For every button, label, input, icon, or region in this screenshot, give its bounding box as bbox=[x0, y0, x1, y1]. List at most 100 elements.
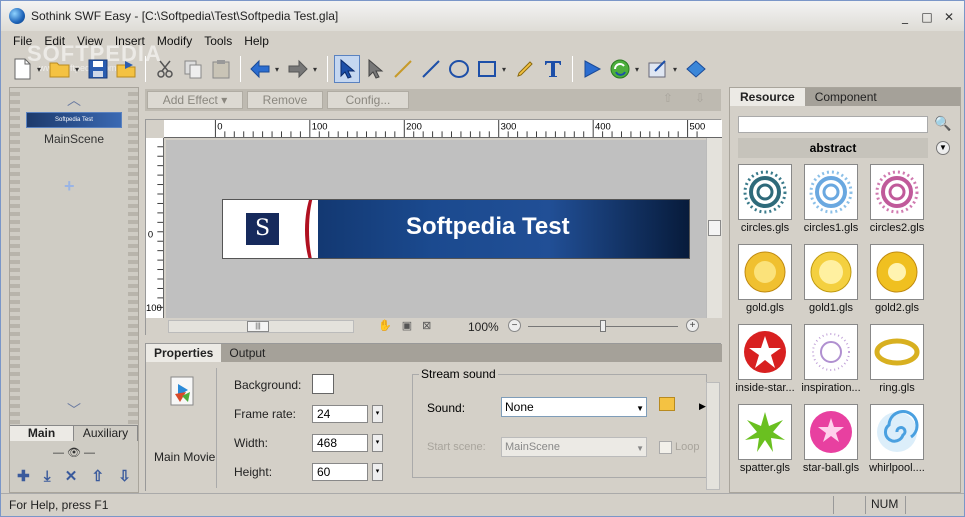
add-scene-icon[interactable]: + bbox=[64, 176, 75, 197]
line-icon[interactable] bbox=[418, 55, 444, 83]
tab-auxiliary[interactable]: Auxiliary bbox=[74, 426, 138, 441]
play-icon[interactable]: ▶ bbox=[699, 401, 706, 412]
config-button[interactable]: Config... bbox=[327, 91, 409, 109]
scene-thumbnail[interactable]: Softpedia Test bbox=[26, 112, 122, 128]
hand-icon[interactable]: ✋ bbox=[378, 319, 392, 332]
properties-scrollbar[interactable] bbox=[706, 382, 720, 490]
refresh-icon[interactable] bbox=[607, 55, 633, 83]
copy-icon[interactable] bbox=[180, 55, 206, 83]
move-down-icon[interactable]: ⇩ bbox=[118, 467, 131, 485]
resource-item[interactable]: gold2.gls bbox=[866, 244, 928, 320]
fit-icon[interactable]: ▣ bbox=[402, 319, 412, 332]
text-icon[interactable] bbox=[540, 55, 566, 83]
loop-checkbox[interactable] bbox=[659, 441, 672, 454]
tab-properties[interactable]: Properties bbox=[146, 344, 222, 362]
undo-icon[interactable] bbox=[247, 55, 273, 83]
menu-insert[interactable]: Insert bbox=[109, 34, 151, 48]
remove-button[interactable]: Remove bbox=[247, 91, 323, 109]
visibility-icon[interactable]: — 👁 — bbox=[10, 444, 138, 460]
resource-item[interactable]: whirlpool.... bbox=[866, 404, 928, 480]
width-input[interactable]: 468 bbox=[312, 434, 368, 452]
rectangle-dropdown-icon[interactable]: ▾ bbox=[502, 65, 510, 74]
frame-rate-spinner[interactable]: ▾ bbox=[372, 405, 383, 423]
undo-dropdown-icon[interactable]: ▾ bbox=[275, 65, 283, 74]
zoom-out-icon[interactable]: − bbox=[508, 319, 521, 332]
menu-edit[interactable]: Edit bbox=[38, 34, 71, 48]
tab-output[interactable]: Output bbox=[221, 344, 273, 362]
scroll-thumb[interactable] bbox=[708, 220, 721, 236]
paste-icon[interactable] bbox=[208, 55, 234, 83]
frame-rate-input[interactable]: 24 bbox=[312, 405, 368, 423]
resource-item[interactable]: circles1.gls bbox=[800, 164, 862, 240]
close-button[interactable]: ✕ bbox=[940, 9, 958, 25]
scroll-down-icon[interactable]: ﹀ bbox=[64, 400, 84, 420]
cut-icon[interactable] bbox=[152, 55, 178, 83]
resource-item[interactable]: inspiration... bbox=[800, 324, 862, 400]
move-up-icon[interactable]: ⇧ bbox=[663, 91, 673, 105]
maximize-button[interactable]: □ bbox=[918, 9, 936, 25]
background-color-swatch[interactable] bbox=[312, 374, 334, 394]
export-icon[interactable] bbox=[645, 55, 671, 83]
select-arrow-icon[interactable] bbox=[334, 55, 360, 83]
subselect-icon[interactable] bbox=[362, 55, 388, 83]
ellipse-icon[interactable] bbox=[446, 55, 472, 83]
menu-modify[interactable]: Modify bbox=[151, 34, 198, 48]
menu-tools[interactable]: Tools bbox=[198, 34, 238, 48]
start-scene-select[interactable]: MainScene ▼ bbox=[501, 437, 647, 457]
pencil-line-icon[interactable] bbox=[390, 55, 416, 83]
resource-item[interactable]: circles2.gls bbox=[866, 164, 928, 240]
add-icon[interactable]: ✚ bbox=[17, 467, 30, 485]
resource-item[interactable]: inside-star... bbox=[734, 324, 796, 400]
rectangle-icon[interactable] bbox=[474, 55, 500, 83]
resource-search-input[interactable] bbox=[738, 116, 928, 133]
tab-component[interactable]: Component bbox=[805, 88, 887, 106]
save-icon[interactable] bbox=[85, 55, 111, 83]
resource-item[interactable]: ring.gls bbox=[866, 324, 928, 400]
menu-file[interactable]: File bbox=[7, 34, 38, 48]
open-folder-icon[interactable] bbox=[659, 397, 675, 411]
tab-resource[interactable]: Resource bbox=[730, 88, 805, 106]
sound-select[interactable]: None ▼ bbox=[501, 397, 647, 417]
fill-icon[interactable] bbox=[683, 55, 709, 83]
resource-item[interactable]: gold1.gls bbox=[800, 244, 862, 320]
scroll-up-icon[interactable]: ︿ bbox=[64, 90, 84, 110]
move-down-icon[interactable]: ⇩ bbox=[695, 91, 705, 105]
menu-help[interactable]: Help bbox=[238, 34, 275, 48]
search-icon[interactable]: 🔍 bbox=[934, 115, 951, 132]
import-icon[interactable]: ⤓ bbox=[44, 468, 51, 485]
category-dropdown-icon[interactable]: ▼ bbox=[936, 141, 950, 155]
new-dropdown-icon[interactable]: ▾ bbox=[37, 65, 45, 74]
play-icon[interactable] bbox=[579, 55, 605, 83]
resource-item[interactable]: circles.gls bbox=[734, 164, 796, 240]
zoom-in-icon[interactable]: + bbox=[686, 319, 699, 332]
resource-item[interactable]: gold.gls bbox=[734, 244, 796, 320]
redo-icon[interactable] bbox=[285, 55, 311, 83]
resource-item[interactable]: spatter.gls bbox=[734, 404, 796, 480]
banner-movie[interactable]: S Softpedia Test bbox=[222, 199, 690, 259]
stage-horizontal-scrollbar[interactable]: ||| bbox=[168, 320, 354, 333]
open-dropdown-icon[interactable]: ▾ bbox=[75, 65, 83, 74]
scroll-thumb[interactable]: ||| bbox=[247, 321, 269, 332]
open-folder-icon[interactable] bbox=[47, 55, 73, 83]
minimize-button[interactable]: _ bbox=[896, 9, 914, 25]
canvas[interactable]: S Softpedia Test bbox=[166, 140, 706, 318]
show-all-icon[interactable]: ⊠ bbox=[422, 319, 431, 332]
brush-icon[interactable] bbox=[512, 55, 538, 83]
height-spinner[interactable]: ▾ bbox=[372, 463, 383, 481]
menu-view[interactable]: View bbox=[71, 34, 109, 48]
publish-icon[interactable] bbox=[113, 55, 139, 83]
export-dropdown-icon[interactable]: ▾ bbox=[673, 65, 681, 74]
delete-icon[interactable]: ✕ bbox=[65, 467, 78, 485]
refresh-dropdown-icon[interactable]: ▾ bbox=[635, 65, 643, 74]
zoom-knob[interactable] bbox=[600, 320, 606, 332]
move-up-icon[interactable]: ⇧ bbox=[92, 467, 105, 485]
resource-item[interactable]: star-ball.gls bbox=[800, 404, 862, 480]
width-spinner[interactable]: ▾ bbox=[372, 434, 383, 452]
stage-vertical-scrollbar[interactable] bbox=[706, 138, 722, 318]
new-document-icon[interactable] bbox=[9, 55, 35, 83]
height-input[interactable]: 60 bbox=[312, 463, 368, 481]
tab-main[interactable]: Main bbox=[10, 426, 74, 441]
add-effect-button[interactable]: Add Effect ▾ bbox=[147, 91, 243, 109]
zoom-slider[interactable]: − + bbox=[508, 319, 699, 333]
redo-dropdown-icon[interactable]: ▾ bbox=[313, 65, 321, 74]
